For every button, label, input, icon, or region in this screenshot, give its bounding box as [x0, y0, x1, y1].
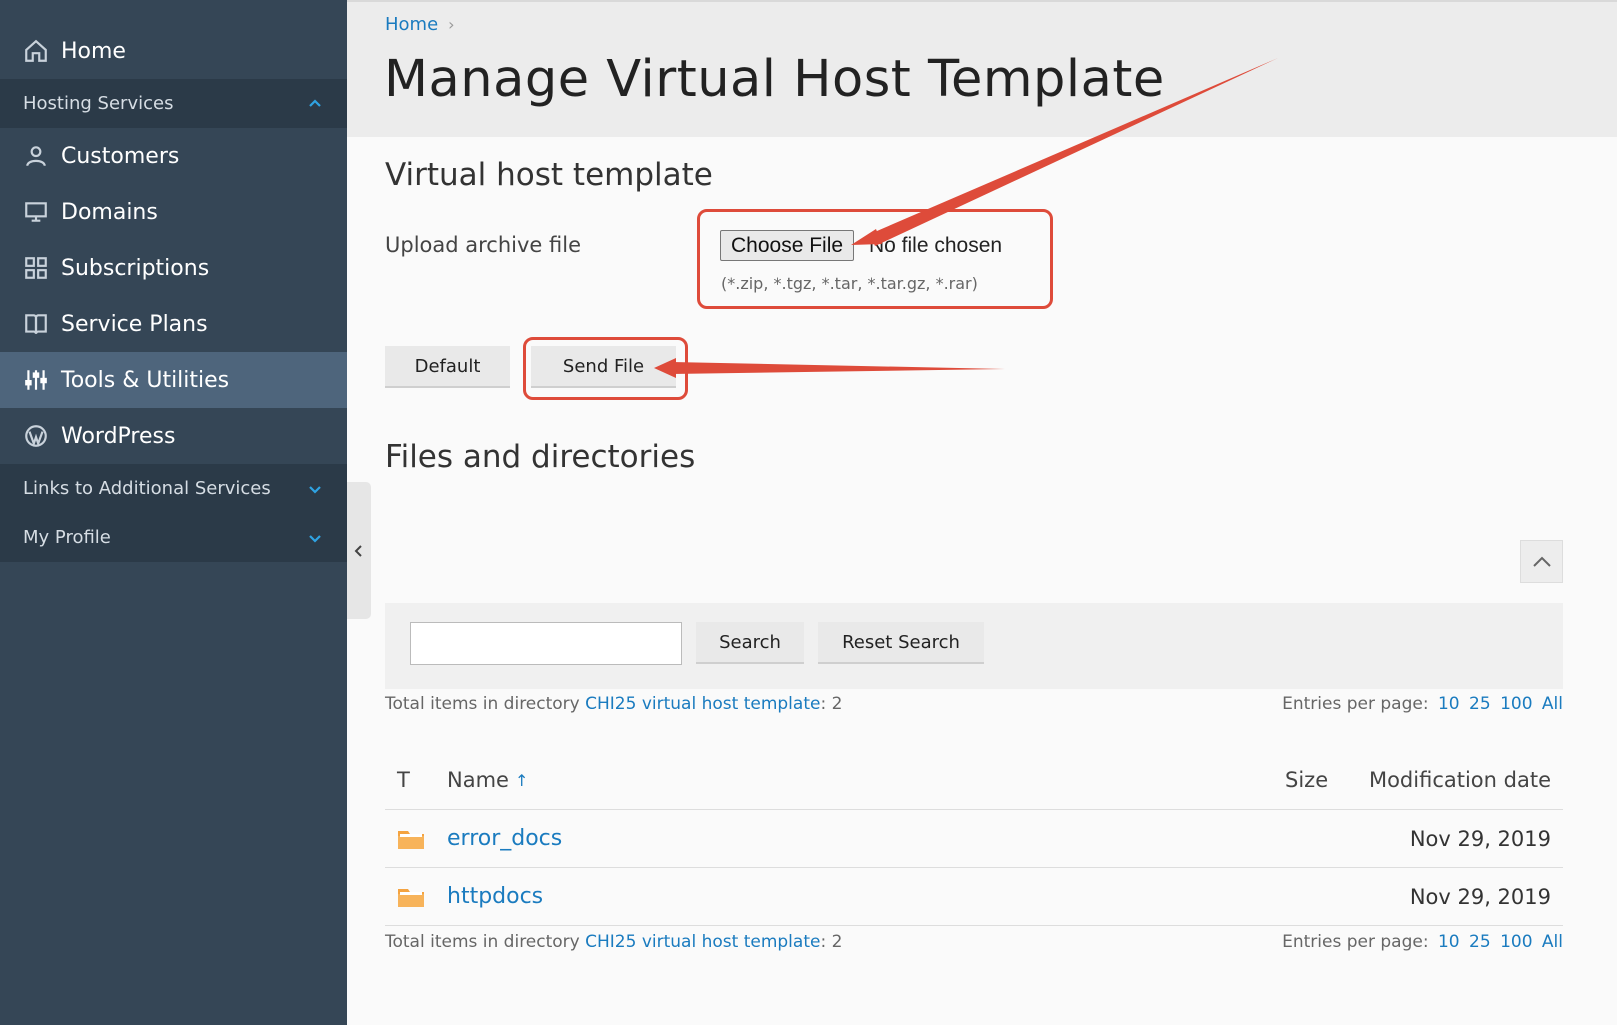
- send-file-button[interactable]: Send File: [531, 346, 676, 388]
- total-items-label: Total items in directory: [385, 932, 580, 952]
- sidebar-item-label: WordPress: [61, 423, 176, 449]
- sidebar-group-label: Links to Additional Services: [23, 478, 271, 499]
- grid-icon: [23, 255, 49, 281]
- sidebar-item-label: Home: [61, 38, 126, 64]
- search-bar: Search Reset Search: [385, 603, 1563, 689]
- column-modification-date[interactable]: Modification date: [1369, 768, 1551, 792]
- entries-option-all[interactable]: All: [1542, 694, 1563, 714]
- entries-option-10[interactable]: 10: [1438, 932, 1460, 952]
- folder-icon: [398, 889, 424, 907]
- file-modification-date: Nov 29, 2019: [1409, 826, 1551, 851]
- breadcrumb: Home ›: [385, 14, 455, 35]
- sidebar-group-hosting-services[interactable]: Hosting Services: [0, 79, 347, 128]
- page-header: Home › Manage Virtual Host Template: [347, 0, 1617, 137]
- directory-summary-bottom: Total items in directory CHI25 virtual h…: [385, 932, 1563, 952]
- sidebar-item-label: Tools & Utilities: [61, 367, 230, 393]
- monitor-icon: [23, 199, 49, 225]
- sidebar-item-label: Service Plans: [61, 311, 208, 337]
- directory-link[interactable]: CHI25 virtual host template: [585, 932, 820, 952]
- entries-option-100[interactable]: 100: [1500, 932, 1532, 952]
- breadcrumb-home-link[interactable]: Home: [385, 14, 438, 35]
- sidebar-item-service-plans[interactable]: Service Plans: [0, 296, 347, 352]
- file-types-hint: (*.zip, *.tgz, *.tar, *.tar.gz, *.rar): [721, 274, 978, 293]
- entries-option-25[interactable]: 25: [1469, 694, 1491, 714]
- choose-file-button[interactable]: Choose File: [720, 230, 855, 261]
- no-file-chosen-text: No file chosen: [869, 234, 1003, 257]
- chevron-down-icon: [307, 530, 323, 546]
- entries-option-all[interactable]: All: [1542, 932, 1563, 952]
- wordpress-icon: [23, 423, 49, 449]
- search-input[interactable]: [410, 622, 682, 665]
- chevron-up-icon: [307, 96, 323, 112]
- total-items-count: : 2: [820, 932, 843, 952]
- sidebar-group-label: My Profile: [23, 527, 111, 548]
- default-button[interactable]: Default: [385, 346, 510, 388]
- files-table: T Name ↑ Size Modification date error_do…: [385, 751, 1563, 926]
- sidebar-group-label: Hosting Services: [23, 93, 174, 114]
- total-items-count: : 2: [820, 694, 843, 714]
- chevron-down-icon: [307, 481, 323, 497]
- entries-per-page-label: Entries per page:: [1282, 694, 1429, 714]
- page-title: Manage Virtual Host Template: [384, 50, 1165, 109]
- book-icon: [23, 311, 49, 337]
- section-title-files-directories: Files and directories: [385, 439, 696, 475]
- sidebar-item-home[interactable]: Home: [0, 23, 347, 79]
- sidebar-item-subscriptions[interactable]: Subscriptions: [0, 240, 347, 296]
- annotation-arrow-send-file: [672, 362, 1005, 374]
- chevron-up-icon: [1532, 556, 1551, 567]
- table-header: T Name ↑ Size Modification date: [385, 751, 1563, 810]
- section-title-virtual-host-template: Virtual host template: [385, 157, 713, 193]
- sidebar-item-label: Domains: [61, 199, 158, 225]
- folder-icon: [398, 831, 424, 849]
- column-type[interactable]: T: [397, 768, 410, 792]
- sidebar-item-wordpress[interactable]: WordPress: [0, 408, 347, 464]
- total-items-label: Total items in directory: [385, 694, 580, 714]
- sidebar-group-my-profile[interactable]: My Profile: [0, 513, 347, 562]
- sidebar-collapse-toggle[interactable]: [347, 482, 371, 619]
- file-link[interactable]: error_docs: [447, 826, 562, 851]
- upload-archive-label: Upload archive file: [385, 233, 581, 257]
- entries-option-25[interactable]: 25: [1469, 932, 1491, 952]
- column-size[interactable]: Size: [1285, 768, 1328, 792]
- column-name[interactable]: Name ↑: [447, 768, 528, 792]
- directory-link[interactable]: CHI25 virtual host template: [585, 694, 820, 714]
- sidebar-group-links-additional-services[interactable]: Links to Additional Services: [0, 464, 347, 513]
- file-link[interactable]: httpdocs: [447, 884, 543, 909]
- sidebar: Home Hosting Services Customers Domains …: [0, 0, 347, 1025]
- entries-option-10[interactable]: 10: [1438, 694, 1460, 714]
- reset-search-button[interactable]: Reset Search: [818, 622, 984, 664]
- sidebar-item-customers[interactable]: Customers: [0, 128, 347, 184]
- table-row: httpdocs Nov 29, 2019: [385, 868, 1563, 926]
- user-icon: [23, 143, 49, 169]
- sliders-icon: [23, 367, 49, 393]
- file-modification-date: Nov 29, 2019: [1409, 884, 1551, 909]
- chevron-right-icon: ›: [448, 15, 455, 34]
- entries-per-page-label: Entries per page:: [1282, 932, 1429, 952]
- table-row: error_docs Nov 29, 2019: [385, 810, 1563, 868]
- entries-option-100[interactable]: 100: [1500, 694, 1532, 714]
- sidebar-item-label: Subscriptions: [61, 255, 210, 281]
- sidebar-item-tools-utilities[interactable]: Tools & Utilities: [0, 352, 347, 408]
- sidebar-item-label: Customers: [61, 143, 180, 169]
- home-icon: [23, 38, 49, 64]
- search-button[interactable]: Search: [696, 622, 804, 664]
- collapse-section-button[interactable]: [1520, 540, 1563, 583]
- chevron-left-icon: [354, 544, 362, 557]
- sort-ascending-icon: ↑: [514, 770, 529, 790]
- directory-summary-top: Total items in directory CHI25 virtual h…: [385, 694, 1563, 714]
- sidebar-item-domains[interactable]: Domains: [0, 184, 347, 240]
